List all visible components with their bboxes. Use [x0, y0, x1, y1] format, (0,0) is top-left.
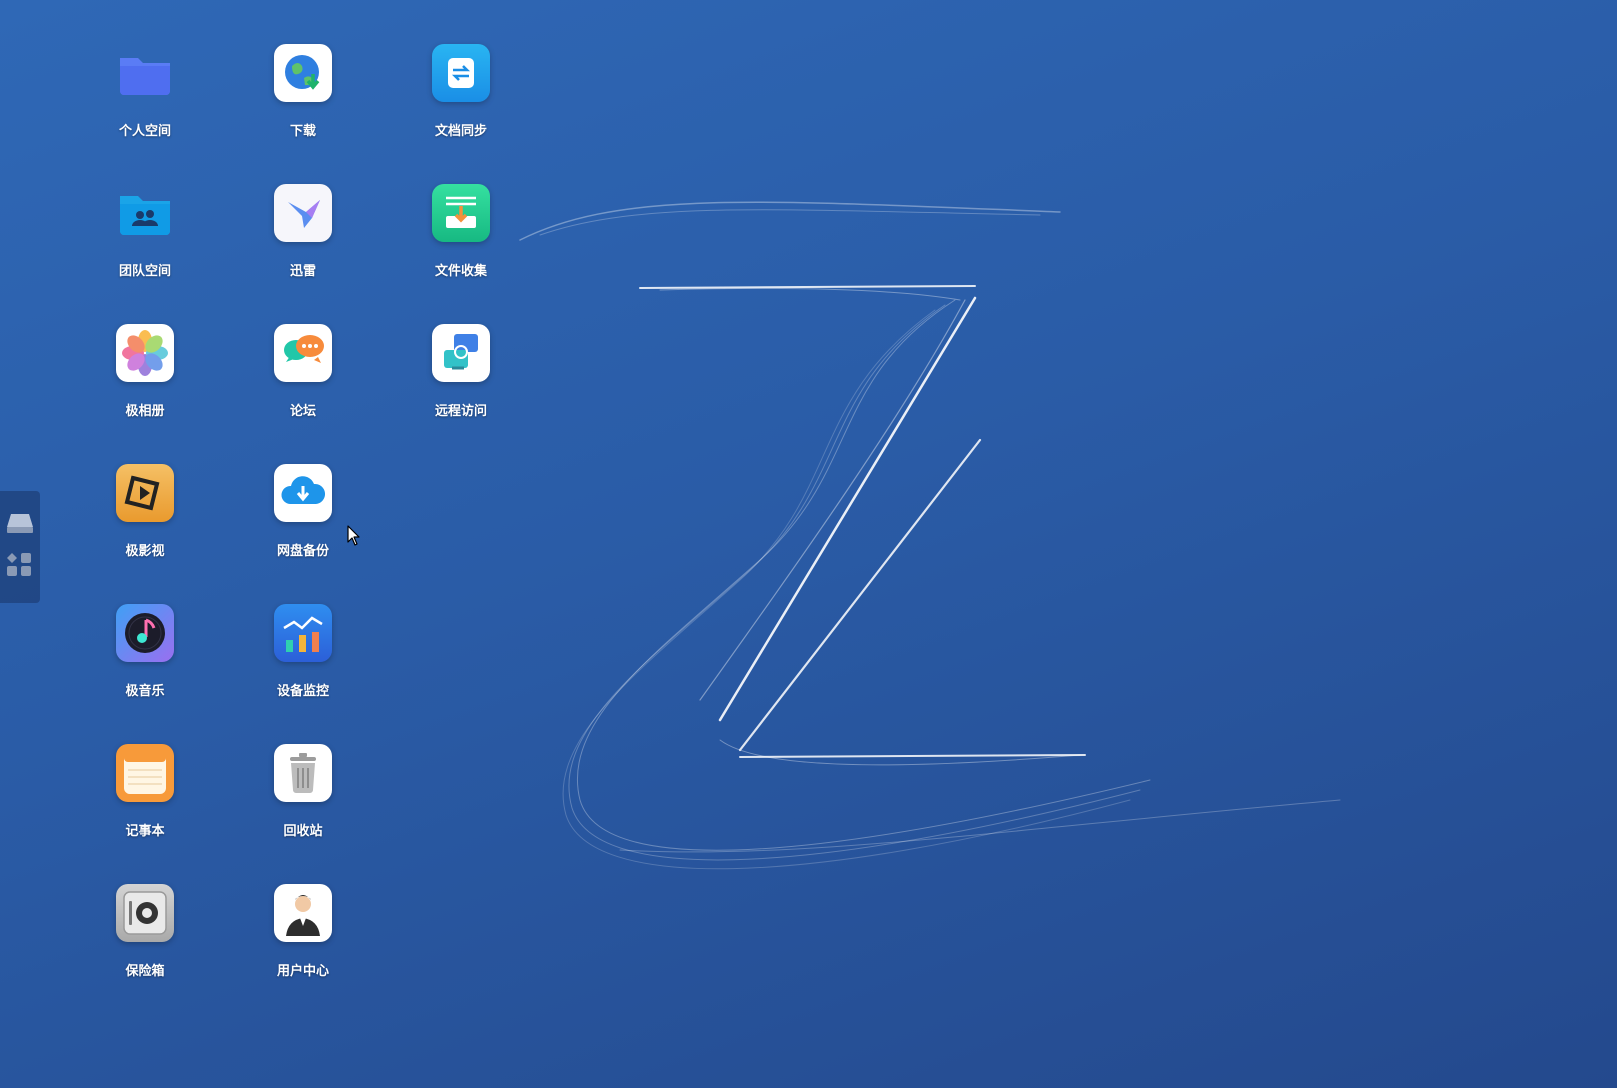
app-grid-icon[interactable]: [4, 549, 36, 581]
video-icon: [116, 464, 174, 522]
app-video[interactable]: 极影视: [85, 464, 205, 594]
remote-access-icon: [432, 324, 490, 382]
side-dock: [0, 491, 40, 603]
app-label: 文档同步: [434, 124, 487, 139]
safe-icon: [116, 884, 174, 942]
app-remote-access[interactable]: 远程访问: [401, 324, 521, 454]
app-thunder[interactable]: 迅雷: [243, 184, 363, 314]
app-label: 迅雷: [289, 264, 316, 279]
forum-chat-icon: [274, 324, 332, 382]
photos-flower-icon: [116, 324, 174, 382]
app-file-collect[interactable]: 文件收集: [401, 184, 521, 314]
app-label: 下载: [289, 124, 316, 139]
music-icon: [116, 604, 174, 662]
app-personal-space[interactable]: 个人空间: [85, 44, 205, 174]
app-label: 极影视: [125, 544, 165, 559]
app-team-space[interactable]: 团队空间: [85, 184, 205, 314]
team-folder-icon: [116, 184, 174, 242]
notepad-icon: [116, 744, 174, 802]
app-document-sync[interactable]: 文档同步: [401, 44, 521, 174]
app-label: 网盘备份: [276, 544, 329, 559]
cloud-backup-icon: [274, 464, 332, 522]
desktop-app-grid: 个人空间 团队空间 极相册 极影视 极音乐 记事本 保险箱 下载 迅雷 论坛 网…: [0, 0, 1617, 1088]
app-label: 远程访问: [434, 404, 487, 419]
download-globe-icon: [274, 44, 332, 102]
app-label: 设备监控: [276, 684, 329, 699]
app-cloud-backup[interactable]: 网盘备份: [243, 464, 363, 594]
app-music[interactable]: 极音乐: [85, 604, 205, 734]
app-label: 记事本: [125, 824, 165, 839]
app-label: 个人空间: [118, 124, 171, 139]
app-label: 保险箱: [125, 964, 165, 979]
app-download[interactable]: 下载: [243, 44, 363, 174]
app-safe[interactable]: 保险箱: [85, 884, 205, 1014]
sync-icon: [432, 44, 490, 102]
app-label: 回收站: [283, 824, 323, 839]
storage-drive-icon[interactable]: [4, 505, 36, 537]
app-device-monitor[interactable]: 设备监控: [243, 604, 363, 734]
app-notepad[interactable]: 记事本: [85, 744, 205, 874]
monitor-chart-icon: [274, 604, 332, 662]
app-user-center[interactable]: 用户中心: [243, 884, 363, 1014]
trash-icon: [274, 744, 332, 802]
folder-icon: [116, 44, 174, 102]
app-forum[interactable]: 论坛: [243, 324, 363, 454]
thunder-bird-icon: [274, 184, 332, 242]
app-photos[interactable]: 极相册: [85, 324, 205, 454]
app-recycle-bin[interactable]: 回收站: [243, 744, 363, 874]
app-label: 论坛: [289, 404, 316, 419]
file-collect-icon: [432, 184, 490, 242]
app-label: 团队空间: [118, 264, 171, 279]
app-label: 极相册: [125, 404, 165, 419]
app-label: 用户中心: [276, 964, 329, 979]
user-center-icon: [274, 884, 332, 942]
app-label: 极音乐: [125, 684, 165, 699]
app-label: 文件收集: [434, 264, 487, 279]
